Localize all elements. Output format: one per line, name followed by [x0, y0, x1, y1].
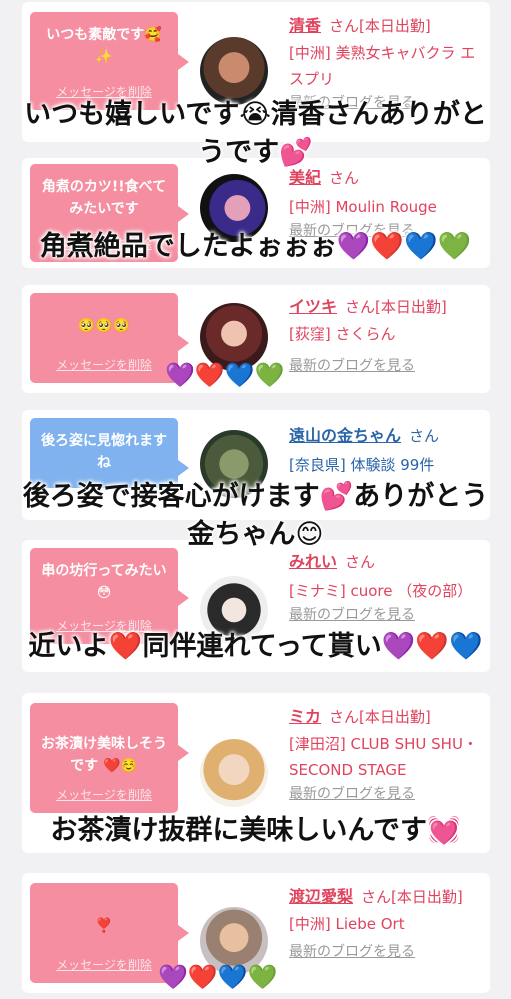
message-text: いつも素敵です🥰✨ [46, 27, 162, 65]
cast-info: 渡辺愛梨 さん[本日出勤] [中洲] Liebe Ort 最新のブログを見る [289, 883, 489, 961]
message-text: ❣️ [95, 918, 113, 934]
caption-text: いつも嬉しいです😭清香さんありがとうです💕 [24, 99, 487, 168]
blog-link[interactable]: 最新のブログを見る [289, 783, 489, 803]
blog-link[interactable]: 最新のブログを見る [289, 355, 489, 375]
message-bubble: お茶漬け美味しそうです ❤️☺️ メッセージを削除 [30, 703, 189, 813]
status-badge: [本日出勤] [391, 888, 463, 906]
cast-name-link[interactable]: みれい [289, 552, 337, 571]
delete-message-link[interactable]: メッセージを削除 [30, 786, 178, 803]
cast-info: みれい さん [ミナミ] cuore （夜の部） 最新のブログを見る [289, 548, 489, 624]
status-badge: [本日出勤] [359, 708, 431, 726]
caption-text: 近いよ❤️同伴連れてって貰い💜❤️💙 [28, 631, 483, 662]
shop-info: [津田沼] CLUB SHU SHU・SECOND STAGE [289, 735, 478, 779]
cast-name-link[interactable]: イツキ [289, 297, 337, 316]
honorific: さん [345, 298, 376, 316]
shop-info: [荻窪] さくらん [289, 325, 396, 343]
shop-info: [中洲] 美熟女キャバクラ エスプリ [289, 44, 476, 88]
message-text: 角煮のカツ!!食べてみたいです [41, 179, 167, 217]
shop-info: [中洲] Liebe Ort [289, 915, 405, 933]
message-text: お茶漬け美味しそうです ❤️☺️ [41, 736, 167, 774]
reviewer-name-link[interactable]: 遠山の金ちゃん [289, 426, 401, 445]
cast-info: イツキ さん[本日出勤] [荻窪] さくらん 最新のブログを見る [289, 293, 489, 375]
caption-text: 角煮絶品でしたよぉぉぉ💜❤️💙💚 [39, 231, 472, 262]
caption-emoji-row: 💜❤️💙💚 [158, 963, 278, 991]
cast-name-link[interactable]: 渡辺愛梨 [289, 887, 353, 906]
cast-info: 遠山の金ちゃん さん [奈良県] 体験談 99件 [289, 422, 489, 478]
blog-link[interactable]: 最新のブログを見る [289, 941, 489, 961]
caption-text: 後ろ姿で接客心がけます💕ありがとう金ちゃん😊 [22, 481, 489, 550]
cast-info: ミカ さん[本日出勤] [津田沼] CLUB SHU SHU・SECOND STA… [289, 703, 489, 803]
message-text: 串の坊行ってみたい😳 [41, 563, 167, 601]
caption-text: お茶漬け抜群に美味しいんです💓 [50, 815, 461, 846]
blog-link[interactable]: 最新のブログを見る [289, 604, 489, 624]
delete-message-link[interactable]: メッセージを削除 [30, 956, 178, 973]
message-text: 後ろ姿に見惚れますね [41, 433, 167, 471]
avatar[interactable] [200, 37, 268, 105]
cast-name-link[interactable]: ミカ [289, 707, 321, 726]
avatar[interactable] [200, 739, 268, 807]
status-badge: [本日出勤] [359, 17, 431, 35]
caption-emoji-row: 💜❤️💙💚 [165, 361, 285, 389]
shop-info: [ミナミ] cuore （夜の部） [289, 582, 473, 600]
status-badge: [本日出勤] [375, 298, 447, 316]
honorific: さん [409, 427, 440, 445]
cast-name-link[interactable]: 清香 [289, 16, 321, 35]
shop-info: [中洲] Moulin Rouge [289, 198, 437, 216]
honorific: さん [329, 708, 360, 726]
message-bubble: ❣️ メッセージを削除 [30, 883, 189, 983]
reviewer-info: [奈良県] 体験談 99件 [289, 456, 435, 474]
message-bubble: 🥺🥺🥺 メッセージを削除 [30, 293, 189, 383]
honorific: さん [361, 888, 392, 906]
message-text: 🥺🥺🥺 [77, 318, 131, 334]
delete-message-link[interactable]: メッセージを削除 [30, 356, 178, 373]
honorific: さん [345, 553, 376, 571]
honorific: さん [329, 17, 360, 35]
